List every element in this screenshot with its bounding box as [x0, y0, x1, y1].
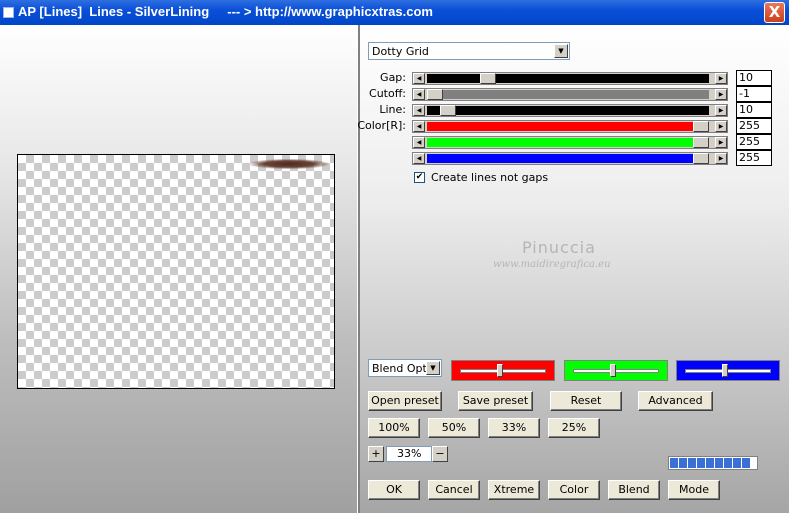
chevron-down-icon[interactable]: ▼	[554, 44, 568, 58]
slider-thumb[interactable]	[693, 137, 709, 148]
preset-dropdown[interactable]: Dotty Grid ▼	[368, 42, 570, 60]
zoom-field[interactable]: 33%	[386, 446, 432, 462]
zoom-out-button[interactable]: −	[432, 446, 448, 462]
slider-track[interactable]	[427, 122, 709, 131]
slider-label-cutoff: Cutoff:	[369, 87, 406, 100]
slider-gap[interactable]: ◀ ▶	[412, 72, 728, 85]
preset-dropdown-value: Dotty Grid	[372, 44, 429, 58]
color-strip-blue[interactable]	[676, 360, 780, 381]
blend-options-dropdown[interactable]: Blend Optio ▼	[368, 359, 442, 377]
arrow-left-icon[interactable]: ◀	[413, 121, 425, 132]
slider-label-gap: Gap:	[380, 71, 406, 84]
zoom-100-button[interactable]: 100%	[368, 418, 420, 438]
create-lines-checkbox[interactable]: ✔	[414, 172, 425, 183]
progress-segment	[697, 458, 705, 468]
color-button[interactable]: Color	[548, 480, 600, 500]
arrow-right-icon[interactable]: ▶	[715, 137, 727, 148]
arrow-right-icon[interactable]: ▶	[715, 153, 727, 164]
slider-thumb[interactable]	[693, 153, 709, 164]
slider-thumb[interactable]	[693, 121, 709, 132]
chevron-down-icon[interactable]: ▼	[426, 361, 440, 375]
color-strip-red[interactable]	[451, 360, 555, 381]
slider-color-g[interactable]: ◀ ▶	[412, 136, 728, 149]
zoom-in-button[interactable]: +	[368, 446, 384, 462]
slider-thumb[interactable]	[440, 105, 456, 116]
open-preset-button[interactable]: Open preset	[368, 391, 442, 411]
mode-button[interactable]: Mode	[668, 480, 720, 500]
arrow-right-icon[interactable]: ▶	[715, 121, 727, 132]
progress-bar	[668, 456, 758, 470]
preview-line-stroke	[250, 159, 328, 169]
progress-segment	[742, 458, 750, 468]
color-strip-track[interactable]	[685, 369, 771, 373]
zoom-25-button[interactable]: 25%	[548, 418, 600, 438]
slider-label-line: Line:	[379, 103, 406, 116]
slider-color-r[interactable]: ◀ ▶	[412, 120, 728, 133]
value-field-color-r[interactable]: 255	[736, 118, 772, 134]
arrow-left-icon[interactable]: ◀	[413, 137, 425, 148]
xtreme-button[interactable]: Xtreme	[488, 480, 540, 500]
slider-cutoff[interactable]: ◀ ▶	[412, 88, 728, 101]
arrow-left-icon[interactable]: ◀	[413, 105, 425, 116]
arrow-left-icon[interactable]: ◀	[413, 153, 425, 164]
reset-button[interactable]: Reset	[550, 391, 622, 411]
create-lines-label: Create lines not gaps	[431, 171, 549, 184]
slider-thumb[interactable]	[427, 89, 443, 100]
arrow-left-icon[interactable]: ◀	[413, 89, 425, 100]
window-icon[interactable]	[3, 7, 14, 18]
color-strip-thumb[interactable]	[610, 364, 616, 377]
zoom-50-button[interactable]: 50%	[428, 418, 480, 438]
advanced-button[interactable]: Advanced	[638, 391, 713, 411]
value-field-color-g[interactable]: 255	[736, 134, 772, 150]
slider-track[interactable]	[427, 74, 709, 83]
watermark-url: www.maidiregrafica.eu	[493, 259, 611, 270]
progress-segment	[688, 458, 696, 468]
blend-button[interactable]: Blend	[608, 480, 660, 500]
progress-segment	[670, 458, 678, 468]
arrow-right-icon[interactable]: ▶	[715, 73, 727, 84]
slider-color-b[interactable]: ◀ ▶	[412, 152, 728, 165]
window-title: AP [Lines] Lines - SilverLining --- > ht…	[18, 4, 433, 19]
check-icon: ✔	[415, 172, 424, 182]
preview-canvas[interactable]	[17, 154, 335, 389]
slider-thumb[interactable]	[480, 73, 496, 84]
slider-track[interactable]	[427, 106, 709, 115]
close-button[interactable]: X	[764, 2, 785, 23]
color-strip-track[interactable]	[573, 369, 659, 373]
progress-segment	[724, 458, 732, 468]
slider-track[interactable]	[427, 138, 709, 147]
slider-label-color-r: Color[R]:	[357, 119, 406, 132]
progress-segment	[715, 458, 723, 468]
cancel-button[interactable]: Cancel	[428, 480, 480, 500]
arrow-right-icon[interactable]: ▶	[715, 89, 727, 100]
arrow-right-icon[interactable]: ▶	[715, 105, 727, 116]
arrow-left-icon[interactable]: ◀	[413, 73, 425, 84]
title-bar: AP [Lines] Lines - SilverLining --- > ht…	[0, 0, 789, 25]
slider-track[interactable]	[427, 90, 709, 99]
progress-segment	[733, 458, 741, 468]
save-preset-button[interactable]: Save preset	[458, 391, 533, 411]
value-field-cutoff[interactable]: -1	[736, 86, 772, 102]
progress-segment	[679, 458, 687, 468]
slider-line[interactable]: ◀ ▶	[412, 104, 728, 117]
slider-track[interactable]	[427, 154, 709, 163]
color-strip-green[interactable]	[564, 360, 668, 381]
zoom-33-button[interactable]: 33%	[488, 418, 540, 438]
value-field-line[interactable]: 10	[736, 102, 772, 118]
value-field-color-b[interactable]: 255	[736, 150, 772, 166]
ok-button[interactable]: OK	[368, 480, 420, 500]
value-field-gap[interactable]: 10	[736, 70, 772, 86]
color-strip-thumb[interactable]	[497, 364, 503, 377]
progress-segment	[706, 458, 714, 468]
color-strip-thumb[interactable]	[722, 364, 728, 377]
color-strip-track[interactable]	[460, 369, 546, 373]
watermark-name: Pinuccia	[522, 238, 596, 257]
